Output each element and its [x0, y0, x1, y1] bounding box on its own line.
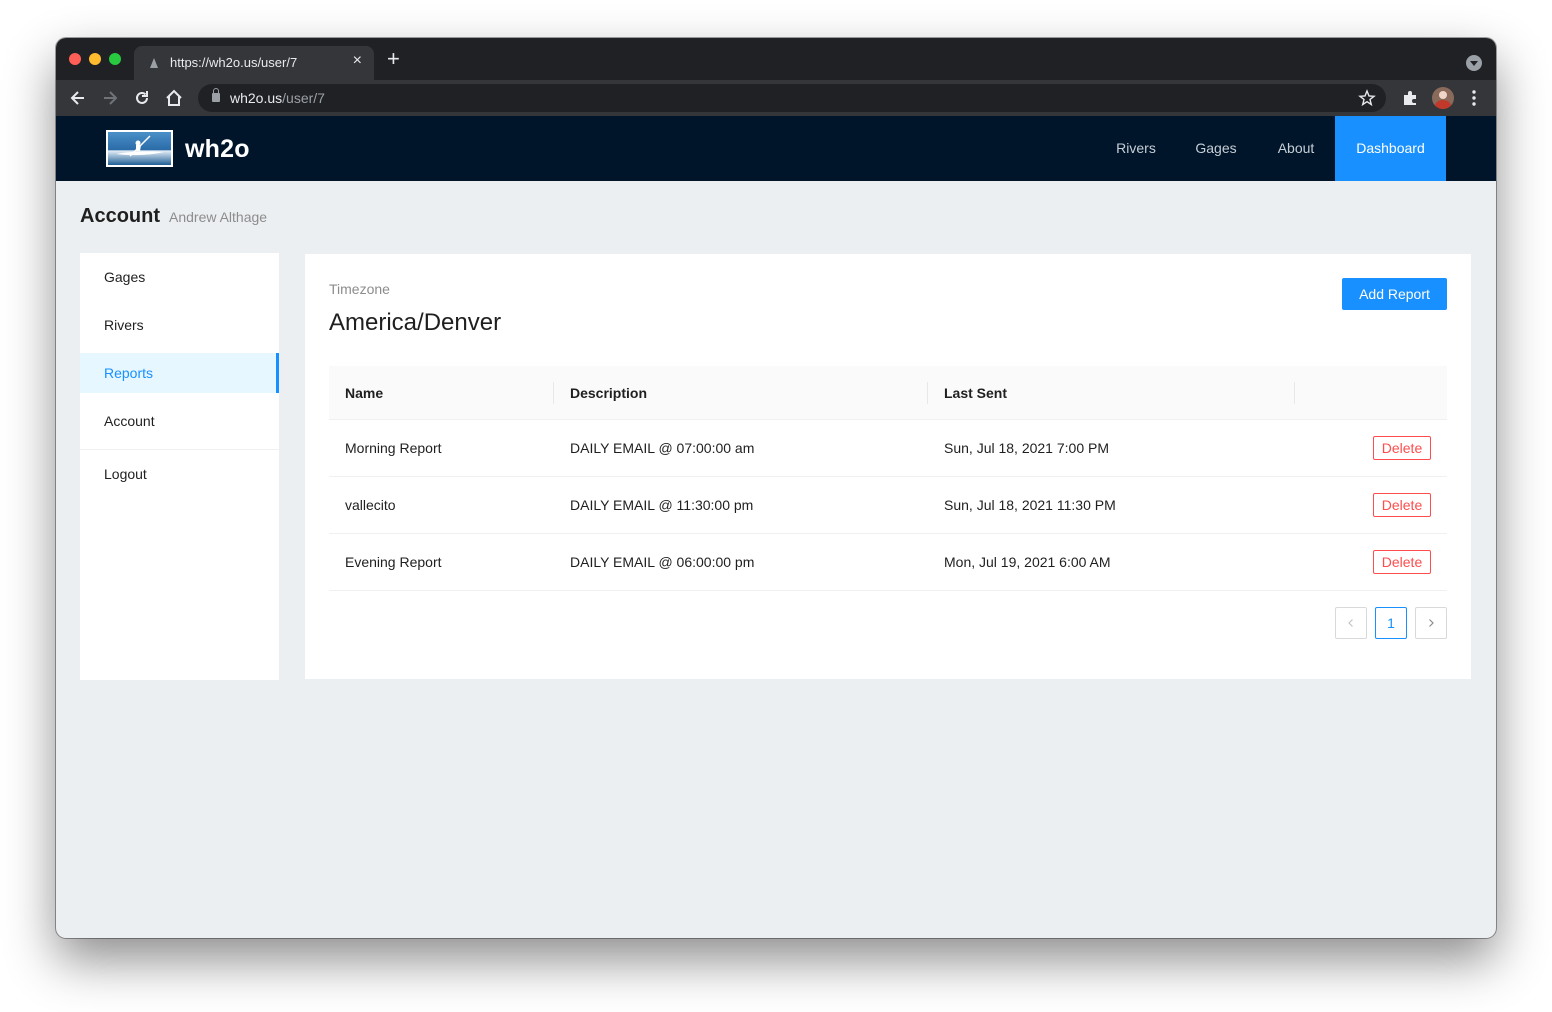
lock-icon [212, 88, 220, 102]
column-separator [1294, 382, 1295, 404]
tab-title: https://wh2o.us/user/7 [170, 55, 298, 70]
report-last-sent: Sun, Jul 18, 2021 11:30 PM [944, 497, 1116, 513]
delete-report-button[interactable]: Delete [1373, 436, 1431, 460]
delete-report-button[interactable]: Delete [1373, 493, 1431, 517]
browser-menu-icon[interactable] [1466, 89, 1482, 107]
kayaker-logo-icon [116, 135, 164, 157]
nav-about[interactable]: About [1268, 116, 1324, 181]
home-icon[interactable] [164, 88, 184, 108]
browser-toolbar: wh2o.us/user/7 [56, 80, 1496, 116]
column-header-description[interactable]: Description [570, 366, 647, 420]
account-sidebar: Gages Rivers Reports Account Logout [80, 253, 279, 680]
chevron-left-icon [1348, 619, 1353, 627]
bookmark-star-icon[interactable] [1358, 89, 1376, 107]
wh2o-logo[interactable] [106, 130, 173, 167]
close-window-button[interactable] [69, 53, 81, 65]
sidebar-item-reports[interactable]: Reports [80, 353, 279, 393]
nav-rivers[interactable]: Rivers [1108, 116, 1164, 181]
timezone-value: America/Denver [329, 309, 502, 336]
browser-window: https://wh2o.us/user/7 × + wh2o.us/user/… [56, 38, 1496, 938]
nav-dashboard[interactable]: Dashboard [1335, 116, 1446, 181]
back-icon[interactable] [68, 88, 88, 108]
browser-tab[interactable]: https://wh2o.us/user/7 × [134, 46, 374, 80]
report-name: Evening Report [345, 554, 442, 570]
report-last-sent: Sun, Jul 18, 2021 7:00 PM [944, 440, 1109, 456]
url-text[interactable]: wh2o.us/user/7 [230, 90, 325, 106]
chevron-right-icon [1429, 619, 1434, 627]
reports-table: Name Description Last Sent Morning Repor… [329, 366, 1447, 591]
url-path: /user/7 [282, 90, 325, 106]
sidebar-item-logout[interactable]: Logout [80, 454, 279, 494]
column-header-name[interactable]: Name [345, 366, 383, 420]
table-row: Morning Report DAILY EMAIL @ 07:00:00 am… [329, 420, 1447, 477]
tab-strip: https://wh2o.us/user/7 × + [56, 38, 1496, 80]
pagination-prev-button[interactable] [1335, 607, 1367, 639]
column-separator [553, 382, 554, 404]
report-description: DAILY EMAIL @ 11:30:00 pm [570, 497, 754, 513]
reports-panel: Timezone America/Denver Add Report Name … [305, 254, 1471, 679]
address-bar[interactable]: wh2o.us/user/7 [198, 84, 1386, 112]
delete-report-button[interactable]: Delete [1373, 550, 1431, 574]
report-last-sent: Mon, Jul 19, 2021 6:00 AM [944, 554, 1111, 570]
column-header-last-sent[interactable]: Last Sent [944, 366, 1007, 420]
sidebar-item-gages[interactable]: Gages [80, 257, 279, 297]
column-separator [927, 382, 928, 404]
forward-icon[interactable] [100, 88, 120, 108]
pagination-page-1[interactable]: 1 [1375, 607, 1407, 639]
new-tab-button[interactable]: + [387, 48, 400, 70]
timezone-label: Timezone [329, 281, 390, 297]
sidebar-item-account[interactable]: Account [80, 401, 279, 441]
table-header: Name Description Last Sent [329, 366, 1447, 420]
table-row: Evening Report DAILY EMAIL @ 06:00:00 pm… [329, 534, 1447, 591]
report-name: Morning Report [345, 440, 442, 456]
report-description: DAILY EMAIL @ 07:00:00 am [570, 440, 755, 456]
table-row: vallecito DAILY EMAIL @ 11:30:00 pm Sun,… [329, 477, 1447, 534]
url-host: wh2o.us [230, 90, 283, 106]
extensions-puzzle-icon[interactable] [1400, 88, 1420, 108]
profile-avatar[interactable] [1432, 87, 1454, 109]
reload-icon[interactable] [132, 88, 152, 108]
sidebar-divider [80, 449, 279, 450]
kayak-favicon-icon [150, 58, 158, 68]
page-title: Account [80, 205, 160, 227]
report-name: vallecito [345, 497, 396, 513]
sidebar-item-rivers[interactable]: Rivers [80, 305, 279, 345]
app-header: wh2o Rivers Gages About Dashboard [56, 116, 1496, 181]
nav-gages[interactable]: Gages [1188, 116, 1244, 181]
brand-name[interactable]: wh2o [185, 135, 250, 164]
minimize-window-button[interactable] [89, 53, 101, 65]
tab-search-icon[interactable] [1466, 55, 1482, 71]
report-description: DAILY EMAIL @ 06:00:00 pm [570, 554, 755, 570]
tab-close-icon[interactable]: × [353, 52, 362, 70]
page-subtitle: Andrew Althage [169, 209, 268, 225]
pagination-next-button[interactable] [1415, 607, 1447, 639]
maximize-window-button[interactable] [109, 53, 121, 65]
add-report-button[interactable]: Add Report [1342, 278, 1447, 310]
